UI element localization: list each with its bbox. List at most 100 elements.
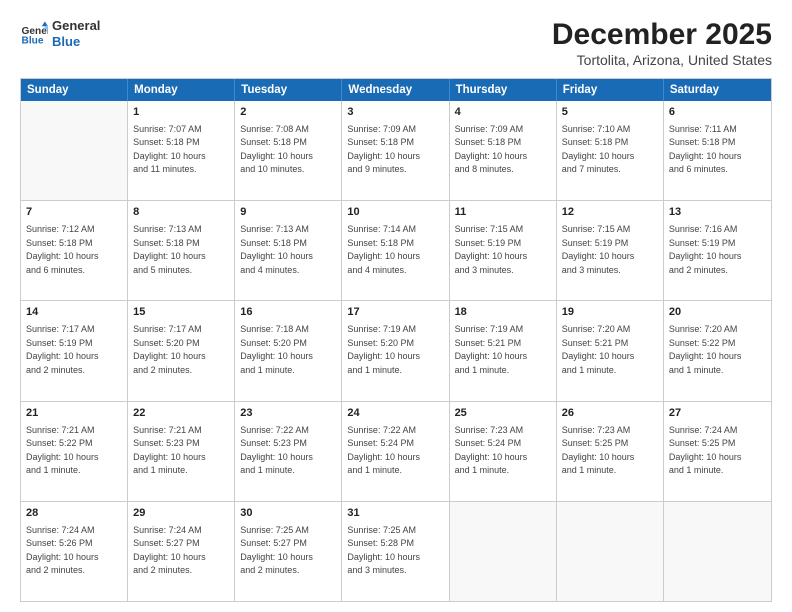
cell-info: Sunrise: 7:25 AM Sunset: 5:28 PM Dayligh… xyxy=(347,524,443,578)
cal-cell: 11 Sunrise: 7:15 AM Sunset: 5:19 PM Dayli… xyxy=(450,201,557,300)
cell-date: 14 xyxy=(26,305,122,321)
cell-date: 25 xyxy=(455,406,551,422)
cell-date: 30 xyxy=(240,506,336,522)
cell-info: Sunrise: 7:12 AM Sunset: 5:18 PM Dayligh… xyxy=(26,223,122,277)
logo-blue: Blue xyxy=(52,34,100,50)
cal-cell: 10Sunrise: 7:14 AM Sunset: 5:18 PM Dayli… xyxy=(342,201,449,300)
cell-date: 1 xyxy=(133,105,229,121)
cal-cell: 9 Sunrise: 7:13 AM Sunset: 5:18 PM Daylig… xyxy=(235,201,342,300)
cal-cell: 7 Sunrise: 7:12 AM Sunset: 5:18 PM Daylig… xyxy=(21,201,128,300)
cal-header-saturday: Saturday xyxy=(664,79,771,101)
cell-info: Sunrise: 7:11 AM Sunset: 5:18 PM Dayligh… xyxy=(669,123,766,177)
calendar: SundayMondayTuesdayWednesdayThursdayFrid… xyxy=(20,78,772,602)
cell-info: Sunrise: 7:23 AM Sunset: 5:24 PM Dayligh… xyxy=(455,424,551,478)
cal-row-3: 21Sunrise: 7:21 AM Sunset: 5:22 PM Dayli… xyxy=(21,402,771,502)
main-title: December 2025 xyxy=(552,18,772,52)
cal-cell: 4Sunrise: 7:09 AM Sunset: 5:18 PM Daylig… xyxy=(450,101,557,200)
cell-date: 28 xyxy=(26,506,122,522)
cal-cell: 27 Sunrise: 7:24 AM Sunset: 5:25 PM Dayli… xyxy=(664,402,771,501)
cell-date: 22 xyxy=(133,406,229,422)
cal-cell: 21Sunrise: 7:21 AM Sunset: 5:22 PM Dayli… xyxy=(21,402,128,501)
cal-header-thursday: Thursday xyxy=(450,79,557,101)
cal-cell: 31 Sunrise: 7:25 AM Sunset: 5:28 PM Dayli… xyxy=(342,502,449,601)
cell-date: 5 xyxy=(562,105,658,121)
cell-info: Sunrise: 7:08 AM Sunset: 5:18 PM Dayligh… xyxy=(240,123,336,177)
cell-date: 21 xyxy=(26,406,122,422)
cell-info: Sunrise: 7:09 AM Sunset: 5:18 PM Dayligh… xyxy=(455,123,551,177)
cell-date: 31 xyxy=(347,506,443,522)
cell-info: Sunrise: 7:22 AM Sunset: 5:24 PM Dayligh… xyxy=(347,424,443,478)
cal-cell xyxy=(450,502,557,601)
cal-cell: 20Sunrise: 7:20 AM Sunset: 5:22 PM Dayli… xyxy=(664,301,771,400)
cell-info: Sunrise: 7:07 AM Sunset: 5:18 PM Dayligh… xyxy=(133,123,229,177)
cal-header-friday: Friday xyxy=(557,79,664,101)
cell-date: 2 xyxy=(240,105,336,121)
cell-info: Sunrise: 7:21 AM Sunset: 5:23 PM Dayligh… xyxy=(133,424,229,478)
cell-info: Sunrise: 7:15 AM Sunset: 5:19 PM Dayligh… xyxy=(455,223,551,277)
header: General Blue General Blue December 2025 … xyxy=(20,18,772,68)
cell-info: Sunrise: 7:23 AM Sunset: 5:25 PM Dayligh… xyxy=(562,424,658,478)
cell-date: 15 xyxy=(133,305,229,321)
cal-header-monday: Monday xyxy=(128,79,235,101)
cal-cell: 2 Sunrise: 7:08 AM Sunset: 5:18 PM Daylig… xyxy=(235,101,342,200)
cell-info: Sunrise: 7:15 AM Sunset: 5:19 PM Dayligh… xyxy=(562,223,658,277)
cal-cell: 3 Sunrise: 7:09 AM Sunset: 5:18 PM Daylig… xyxy=(342,101,449,200)
cal-cell: 29Sunrise: 7:24 AM Sunset: 5:27 PM Dayli… xyxy=(128,502,235,601)
cal-row-0: 1 Sunrise: 7:07 AM Sunset: 5:18 PM Daylig… xyxy=(21,101,771,201)
cell-info: Sunrise: 7:24 AM Sunset: 5:26 PM Dayligh… xyxy=(26,524,122,578)
cell-info: Sunrise: 7:14 AM Sunset: 5:18 PM Dayligh… xyxy=(347,223,443,277)
cell-info: Sunrise: 7:13 AM Sunset: 5:18 PM Dayligh… xyxy=(133,223,229,277)
cell-date: 7 xyxy=(26,205,122,221)
cell-info: Sunrise: 7:22 AM Sunset: 5:23 PM Dayligh… xyxy=(240,424,336,478)
page: General Blue General Blue December 2025 … xyxy=(0,0,792,612)
cell-info: Sunrise: 7:10 AM Sunset: 5:18 PM Dayligh… xyxy=(562,123,658,177)
cell-info: Sunrise: 7:13 AM Sunset: 5:18 PM Dayligh… xyxy=(240,223,336,277)
logo: General Blue General Blue xyxy=(20,18,100,49)
title-block: December 2025 Tortolita, Arizona, United… xyxy=(552,18,772,68)
cal-row-1: 7 Sunrise: 7:12 AM Sunset: 5:18 PM Daylig… xyxy=(21,201,771,301)
cal-cell: 12Sunrise: 7:15 AM Sunset: 5:19 PM Dayli… xyxy=(557,201,664,300)
cal-cell: 1 Sunrise: 7:07 AM Sunset: 5:18 PM Daylig… xyxy=(128,101,235,200)
cal-cell: 24 Sunrise: 7:22 AM Sunset: 5:24 PM Dayli… xyxy=(342,402,449,501)
cell-date: 27 xyxy=(669,406,766,422)
cell-info: Sunrise: 7:24 AM Sunset: 5:25 PM Dayligh… xyxy=(669,424,766,478)
cal-cell: 25 Sunrise: 7:23 AM Sunset: 5:24 PM Dayli… xyxy=(450,402,557,501)
cal-cell xyxy=(664,502,771,601)
cell-date: 19 xyxy=(562,305,658,321)
cell-date: 16 xyxy=(240,305,336,321)
logo-general: General xyxy=(52,18,100,34)
cell-date: 13 xyxy=(669,205,766,221)
cal-cell xyxy=(21,101,128,200)
cal-cell: 23Sunrise: 7:22 AM Sunset: 5:23 PM Dayli… xyxy=(235,402,342,501)
subtitle: Tortolita, Arizona, United States xyxy=(552,52,772,68)
cell-info: Sunrise: 7:20 AM Sunset: 5:21 PM Dayligh… xyxy=(562,323,658,377)
cell-info: Sunrise: 7:19 AM Sunset: 5:20 PM Dayligh… xyxy=(347,323,443,377)
calendar-header-row: SundayMondayTuesdayWednesdayThursdayFrid… xyxy=(21,79,771,101)
cal-cell xyxy=(557,502,664,601)
cal-row-4: 28 Sunrise: 7:24 AM Sunset: 5:26 PM Dayli… xyxy=(21,502,771,601)
cal-cell: 6Sunrise: 7:11 AM Sunset: 5:18 PM Daylig… xyxy=(664,101,771,200)
cell-date: 8 xyxy=(133,205,229,221)
cal-cell: 18Sunrise: 7:19 AM Sunset: 5:21 PM Dayli… xyxy=(450,301,557,400)
cell-info: Sunrise: 7:17 AM Sunset: 5:20 PM Dayligh… xyxy=(133,323,229,377)
cell-date: 17 xyxy=(347,305,443,321)
calendar-body: 1 Sunrise: 7:07 AM Sunset: 5:18 PM Daylig… xyxy=(21,101,771,601)
cell-date: 9 xyxy=(240,205,336,221)
cell-date: 3 xyxy=(347,105,443,121)
cal-cell: 30 Sunrise: 7:25 AM Sunset: 5:27 PM Dayli… xyxy=(235,502,342,601)
cell-info: Sunrise: 7:25 AM Sunset: 5:27 PM Dayligh… xyxy=(240,524,336,578)
cell-info: Sunrise: 7:19 AM Sunset: 5:21 PM Dayligh… xyxy=(455,323,551,377)
cell-info: Sunrise: 7:16 AM Sunset: 5:19 PM Dayligh… xyxy=(669,223,766,277)
cell-date: 24 xyxy=(347,406,443,422)
cal-cell: 8 Sunrise: 7:13 AM Sunset: 5:18 PM Daylig… xyxy=(128,201,235,300)
cell-info: Sunrise: 7:09 AM Sunset: 5:18 PM Dayligh… xyxy=(347,123,443,177)
cal-cell: 15 Sunrise: 7:17 AM Sunset: 5:20 PM Dayli… xyxy=(128,301,235,400)
logo-icon: General Blue xyxy=(20,20,48,48)
cell-info: Sunrise: 7:18 AM Sunset: 5:20 PM Dayligh… xyxy=(240,323,336,377)
cal-cell: 13 Sunrise: 7:16 AM Sunset: 5:19 PM Dayli… xyxy=(664,201,771,300)
cell-date: 26 xyxy=(562,406,658,422)
cal-row-2: 14Sunrise: 7:17 AM Sunset: 5:19 PM Dayli… xyxy=(21,301,771,401)
cell-date: 20 xyxy=(669,305,766,321)
cal-cell: 19 Sunrise: 7:20 AM Sunset: 5:21 PM Dayli… xyxy=(557,301,664,400)
cell-date: 11 xyxy=(455,205,551,221)
